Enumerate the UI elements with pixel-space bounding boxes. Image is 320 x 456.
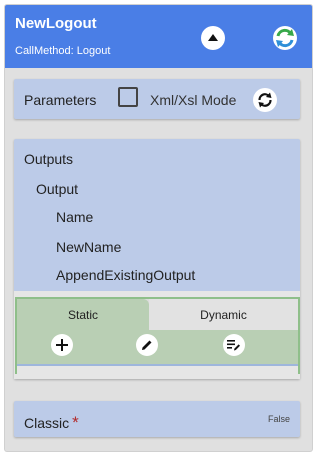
edit-list-button[interactable] [223, 334, 245, 356]
xml-mode-checkbox[interactable] [118, 87, 138, 107]
outputs-label: Outputs [24, 151, 74, 167]
panel-subtitle: CallMethod: Logout [15, 45, 111, 57]
tab-dynamic[interactable]: Dynamic [149, 299, 298, 330]
tree-node-append-existing-output[interactable]: AppendExistingOutput [56, 267, 195, 283]
edit-button[interactable] [136, 334, 158, 356]
chevron-up-icon [208, 34, 218, 41]
list-edit-icon [227, 340, 240, 351]
parameters-label: Parameters [24, 92, 97, 108]
tree-node-newname[interactable]: NewName [56, 239, 121, 255]
required-marker: * [72, 413, 79, 432]
tab-static[interactable]: Static [17, 299, 149, 330]
tree-node-name[interactable]: Name [56, 209, 93, 225]
output-mode-area: Static Dynamic [14, 291, 300, 379]
toggle-mode-button[interactable] [253, 88, 277, 112]
pencil-icon [142, 340, 152, 350]
panel-header: NewLogout CallMethod: Logout [5, 5, 312, 68]
tab-footer [17, 364, 298, 374]
classic-label-text: Classic [24, 415, 70, 431]
xml-mode-label: Xml/Xsl Mode [150, 92, 237, 108]
classic-label: Classic * [24, 413, 79, 433]
plus-icon [56, 339, 68, 351]
classic-section[interactable]: Classic * False [14, 401, 300, 437]
refresh-icon [258, 92, 272, 108]
output-tree: Outputs Output Name NewName AppendExisti… [14, 139, 300, 291]
sync-icon[interactable] [272, 25, 298, 51]
collapse-button[interactable] [201, 26, 225, 50]
panel-title: NewLogout [15, 15, 97, 32]
add-button[interactable] [51, 334, 73, 356]
output-mode-tabs: Static Dynamic [15, 297, 300, 374]
outputs-section: Outputs Output Name NewName AppendExisti… [14, 139, 300, 379]
classic-value: False [267, 414, 290, 424]
method-panel: NewLogout CallMethod: Logout Parameters … [5, 5, 312, 451]
tree-node-output[interactable]: Output [36, 181, 78, 197]
parameters-section: Parameters Xml/Xsl Mode [14, 79, 300, 119]
